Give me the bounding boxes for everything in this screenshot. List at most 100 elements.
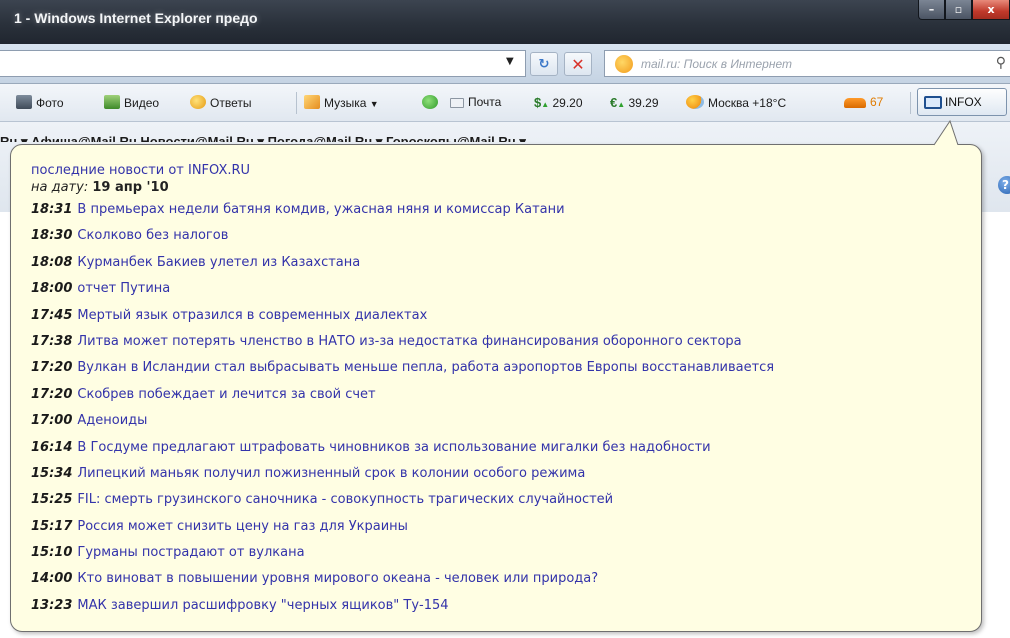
title-bar: 1 - Windows Internet Explorer предо – ▫ …	[0, 0, 1010, 44]
links-bar-partial: Ru ▾ Афиша@Mail.Ru Новости@Mail.Ru ▾ Пог…	[0, 130, 526, 142]
news-link[interactable]: Мертый язык отразился в современных диал…	[77, 308, 427, 323]
chat-icon	[422, 95, 438, 109]
news-link[interactable]: Липецкий маньяк получил пожизненный срок…	[77, 466, 585, 481]
news-item: 15:34 Липецкий маньяк получил пожизненный…	[31, 466, 971, 492]
news-link[interactable]: отчет Путина	[77, 281, 170, 296]
news-time: 18:08	[31, 254, 73, 270]
toolbar-weather[interactable]: Москва +18°C	[686, 95, 786, 110]
news-item: 13:23 МАК завершил расшифровку "черных ящ…	[31, 598, 971, 624]
news-link[interactable]: Курманбек Бакиев улетел из Казахстана	[77, 255, 360, 270]
toolbar-video[interactable]: Видео	[104, 95, 159, 110]
news-time: 17:20	[31, 360, 73, 376]
page-margin	[982, 212, 1010, 638]
maximize-button[interactable]: ▫	[945, 0, 972, 20]
news-link[interactable]: МАК завершил расшифровку "черных ящиков"…	[77, 598, 448, 613]
infox-news-popup: последние новости от INFOX.RU на дату: 1…	[10, 144, 982, 632]
popup-tail	[933, 119, 959, 148]
music-icon	[304, 95, 320, 109]
toolbar-music[interactable]: Музыка ▼	[304, 95, 379, 110]
date-line: на дату: 19 апр '10	[31, 180, 971, 195]
date-value: 19 апр '10	[92, 180, 169, 195]
news-time: 14:00	[31, 571, 73, 587]
toolbar-traffic[interactable]: 67	[844, 95, 883, 109]
weather-label: Москва +18°C	[708, 96, 787, 110]
news-link[interactable]: Аденоиды	[77, 413, 147, 428]
toolbar-separator	[910, 92, 911, 114]
toolbar-eur[interactable]: €▲ 39.29	[610, 95, 659, 110]
news-time: 15:34	[31, 465, 73, 481]
news-link[interactable]: Кто виноват в повышении уровня мирового …	[77, 571, 598, 586]
address-field[interactable]	[0, 50, 526, 77]
news-item: 18:08 Курманбек Бакиев улетел из Казахста…	[31, 255, 971, 281]
search-placeholder: mail.ru: Поиск в Интернет	[641, 57, 792, 71]
arrow-up-icon: ▲	[617, 100, 626, 109]
mail-icon	[450, 98, 464, 108]
news-item: 15:25 FIL: смерть грузинского саночника -…	[31, 492, 971, 518]
news-time: 17:45	[31, 307, 73, 323]
camera-icon	[16, 95, 32, 109]
news-time: 15:17	[31, 518, 73, 534]
news-item: 17:20 Скобрев побеждает и лечится за свой…	[31, 387, 971, 413]
news-link[interactable]: Сколково без налогов	[77, 228, 228, 243]
news-time: 13:23	[31, 597, 73, 613]
popup-header-link[interactable]: последние новости от INFOX.RU	[31, 163, 971, 178]
popup-content: последние новости от INFOX.RU на дату: 1…	[31, 163, 971, 624]
news-time: 16:14	[31, 439, 73, 455]
toolbar-chat[interactable]	[422, 95, 442, 110]
toolbar-photo[interactable]: Фото	[16, 95, 64, 110]
news-item: 14:00 Кто виноват в повышении уровня миро…	[31, 571, 971, 597]
news-list: 18:31 В премьерах недели батяня комдив, у…	[31, 202, 971, 624]
toolbar-mail[interactable]: Почта	[450, 95, 501, 109]
news-time: 15:25	[31, 492, 73, 508]
mailru-toolbar: Фото Видео Ответы Музыка ▼ Почта $▲ 29.2…	[0, 84, 1010, 122]
window-controls: – ▫ x	[918, 0, 1010, 22]
news-link[interactable]: В премьерах недели батяня комдив, ужасна…	[77, 202, 564, 217]
toolbar-photo-label: Фото	[36, 96, 64, 110]
news-item: 15:17 Россия может снизить цену на газ дл…	[31, 519, 971, 545]
toolbar-music-label: Музыка	[324, 96, 367, 110]
news-time: 15:10	[31, 545, 73, 561]
toolbar-usd[interactable]: $▲ 29.20	[534, 95, 583, 110]
monitor-icon	[924, 95, 942, 109]
news-link[interactable]: Скобрев побеждает и лечится за свой счет	[77, 387, 375, 402]
toolbar-mail-label: Почта	[468, 95, 502, 109]
news-link[interactable]: Гурманы пострадают от вулкана	[77, 545, 304, 560]
chevron-down-icon: ▼	[369, 99, 379, 109]
news-item: 17:00 Аденоиды	[31, 413, 971, 439]
search-icon[interactable]: ⚲	[996, 55, 1006, 71]
weather-icon	[686, 95, 704, 109]
mailru-logo-icon	[615, 55, 633, 73]
address-bar-row: ▼ ↻ ✕ mail.ru: Поиск в Интернет ⚲	[0, 44, 1010, 84]
toolbar-video-label: Видео	[124, 96, 160, 110]
news-item: 17:45 Мертый язык отразился в современных…	[31, 308, 971, 334]
minimize-button[interactable]: –	[918, 0, 945, 20]
infox-button[interactable]: INFOX	[917, 88, 1007, 116]
close-button[interactable]: x	[972, 0, 1010, 20]
help-icon[interactable]: ?	[998, 176, 1010, 194]
news-item: 18:30 Сколково без налогов	[31, 228, 971, 254]
answers-icon	[190, 95, 206, 109]
news-link[interactable]: В Госдуме предлагают штрафовать чиновник…	[77, 440, 710, 455]
car-icon	[844, 98, 866, 108]
toolbar-answers[interactable]: Ответы	[190, 95, 251, 110]
arrow-up-icon: ▲	[541, 100, 550, 109]
news-link[interactable]: Литва может потерять членство в НАТО из-…	[77, 334, 741, 349]
news-time: 17:20	[31, 386, 73, 402]
toolbar-separator	[296, 92, 297, 114]
refresh-button[interactable]: ↻	[530, 52, 558, 76]
news-time: 17:00	[31, 413, 73, 429]
news-time: 18:30	[31, 228, 73, 244]
links-bar-text: Ru ▾ Афиша@Mail.Ru Новости@Mail.Ru ▾ Пог…	[0, 134, 526, 142]
news-item: 16:14 В Госдуме предлагают штрафовать чин…	[31, 440, 971, 466]
news-link[interactable]: Россия может снизить цену на газ для Укр…	[77, 519, 408, 534]
address-dropdown-icon[interactable]: ▼	[506, 56, 514, 67]
infox-label: INFOX	[945, 95, 982, 109]
news-item: 18:31 В премьерах недели батяня комдив, у…	[31, 202, 971, 228]
search-input[interactable]: mail.ru: Поиск в Интернет ⚲	[604, 50, 1010, 77]
news-link[interactable]: Вулкан в Исландии стал выбрасывать меньш…	[77, 360, 774, 375]
stop-button[interactable]: ✕	[564, 52, 592, 76]
news-link[interactable]: FIL: смерть грузинского саночника - сово…	[77, 492, 613, 507]
stop-icon: ✕	[571, 54, 585, 74]
window-title: 1 - Windows Internet Explorer предо	[14, 10, 258, 26]
refresh-icon: ↻	[538, 56, 550, 72]
